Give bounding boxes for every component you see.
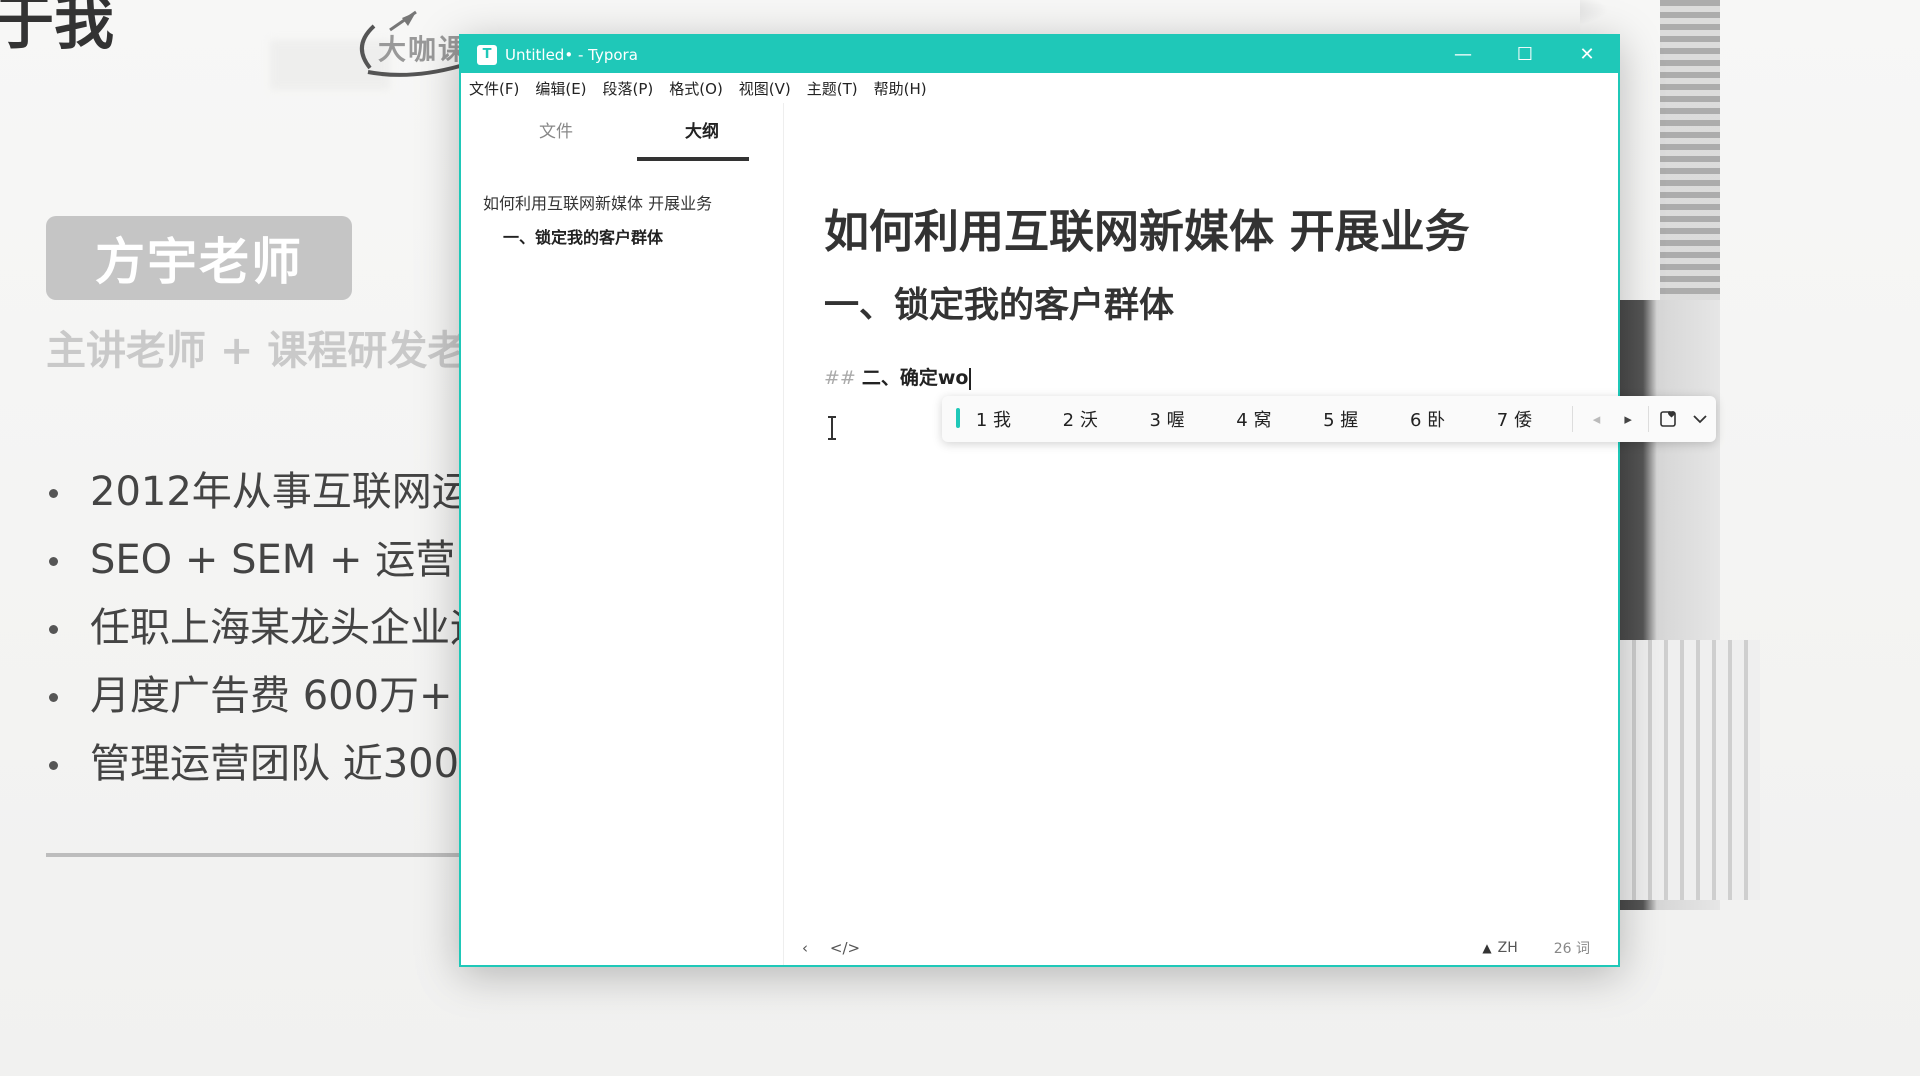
toggle-sidebar-button[interactable]: ‹ xyxy=(785,939,825,957)
source-code-mode-button[interactable]: </> xyxy=(825,939,865,957)
minimize-icon: — xyxy=(1454,44,1472,65)
bio-item: 管理运营团队 近300+ xyxy=(46,734,512,802)
bio-list: 2012年从事互联网运营 SEO + SEM + 运营 任职上海某龙头企业运 月… xyxy=(46,462,512,802)
triangle-right-icon: ▸ xyxy=(1624,410,1632,428)
menu-paragraph[interactable]: 段落(P) xyxy=(603,78,654,99)
editor-area[interactable]: 如何利用互联网新媒体 开展业务 一、锁定我的客户群体 ## 二、确定wo ‹ </… xyxy=(783,103,1618,965)
triangle-left-icon: ◂ xyxy=(1592,410,1601,428)
menu-help[interactable]: 帮助(H) xyxy=(874,78,927,99)
slide-divider xyxy=(46,853,466,857)
warning-icon: ▲ xyxy=(1482,941,1492,955)
menu-theme[interactable]: 主题(T) xyxy=(807,78,858,99)
menu-edit[interactable]: 编辑(E) xyxy=(535,78,586,99)
typing-text: 二、确定wo xyxy=(861,367,969,389)
maximize-button[interactable]: ☐ xyxy=(1494,36,1556,73)
outline-item[interactable]: 如何利用互联网新媒体 开展业务 xyxy=(461,187,783,221)
ime-candidate[interactable]: 2 沃 xyxy=(1037,406,1124,432)
teacher-badge: 方宇老师 xyxy=(46,216,352,300)
minimize-button[interactable]: — xyxy=(1432,36,1494,73)
heart-icon xyxy=(1659,411,1676,427)
window-controls: — ☐ ✕ xyxy=(1432,36,1618,73)
code-icon: </> xyxy=(829,939,861,957)
maximize-icon: ☐ xyxy=(1516,44,1534,65)
menu-file[interactable]: 文件(F) xyxy=(469,78,519,99)
current-line[interactable]: ## 二、确定wo xyxy=(824,363,972,390)
ime-separator xyxy=(1571,406,1573,432)
sidebar: 文件 大纲 如何利用互联网新媒体 开展业务 一、锁定我的客户群体 xyxy=(461,103,784,965)
typora-window: T Untitled• - Typora — ☐ ✕ 文件(F) 编辑(E) 段… xyxy=(459,34,1620,967)
document-heading-1[interactable]: 如何利用互联网新媒体 开展业务 xyxy=(824,195,1470,260)
ime-candidate-bar: 1 我 2 沃 3 喔 4 窝 5 握 6 卧 7 倭 ◂ ▸ xyxy=(942,396,1716,442)
text-caret xyxy=(969,367,972,390)
menu-format[interactable]: 格式(O) xyxy=(669,78,723,99)
ime-favorite-button[interactable] xyxy=(1653,396,1685,442)
close-icon: ✕ xyxy=(1579,44,1595,65)
ime-candidate[interactable]: 3 喔 xyxy=(1124,406,1211,432)
typora-app-icon: T xyxy=(477,44,497,65)
ime-separator xyxy=(1647,406,1649,432)
bio-item: 任职上海某龙头企业运 xyxy=(46,598,512,666)
menu-view[interactable]: 视图(V) xyxy=(739,78,791,99)
close-button[interactable]: ✕ xyxy=(1556,36,1618,73)
bio-item: 月度广告费 600万+ xyxy=(46,666,512,734)
teacher-subtitle: 主讲老师 + 课程研发老 xyxy=(46,328,468,374)
tab-files[interactable]: 文件 xyxy=(501,103,611,169)
ime-candidate[interactable]: 6 卧 xyxy=(1384,406,1471,432)
markdown-heading-marker: ## xyxy=(824,367,856,389)
status-right: ▲ ZH 26 词 xyxy=(1482,938,1618,958)
bio-item: SEO + SEM + 运营 xyxy=(46,530,512,598)
chevron-down-icon xyxy=(1693,415,1707,424)
ime-next-page-button[interactable]: ▸ xyxy=(1612,396,1644,442)
slide-title: 于我 xyxy=(0,0,114,58)
document-heading-2[interactable]: 一、锁定我的客户群体 xyxy=(824,277,1174,328)
spellcheck-language[interactable]: ▲ ZH xyxy=(1482,940,1517,956)
active-tab-indicator xyxy=(637,157,749,161)
title-bar[interactable]: T Untitled• - Typora — ☐ ✕ xyxy=(461,36,1618,73)
word-count[interactable]: 26 词 xyxy=(1554,938,1590,958)
outline-list: 如何利用互联网新媒体 开展业务 一、锁定我的客户群体 xyxy=(461,169,783,255)
status-bar: ‹ </> ▲ ZH 26 词 xyxy=(783,931,1618,965)
window-title: Untitled• - Typora xyxy=(505,45,638,64)
ime-candidate[interactable]: 1 我 xyxy=(950,406,1037,432)
ime-prev-page-button[interactable]: ◂ xyxy=(1581,396,1613,442)
ime-expand-button[interactable] xyxy=(1685,396,1717,442)
bio-item: 2012年从事互联网运营 xyxy=(46,462,512,530)
menu-bar: 文件(F) 编辑(E) 段落(P) 格式(O) 视图(V) 主题(T) 帮助(H… xyxy=(461,73,1618,103)
sidebar-tabs: 文件 大纲 xyxy=(461,103,783,169)
outline-item[interactable]: 一、锁定我的客户群体 xyxy=(461,221,783,255)
ibeam-cursor-icon xyxy=(828,416,836,440)
chevron-left-icon: ‹ xyxy=(802,939,808,957)
ime-candidate[interactable]: 7 倭 xyxy=(1471,406,1558,432)
ime-candidate[interactable]: 5 握 xyxy=(1297,406,1384,432)
ime-candidate[interactable]: 4 窝 xyxy=(1210,406,1297,432)
language-label: ZH xyxy=(1497,940,1518,956)
